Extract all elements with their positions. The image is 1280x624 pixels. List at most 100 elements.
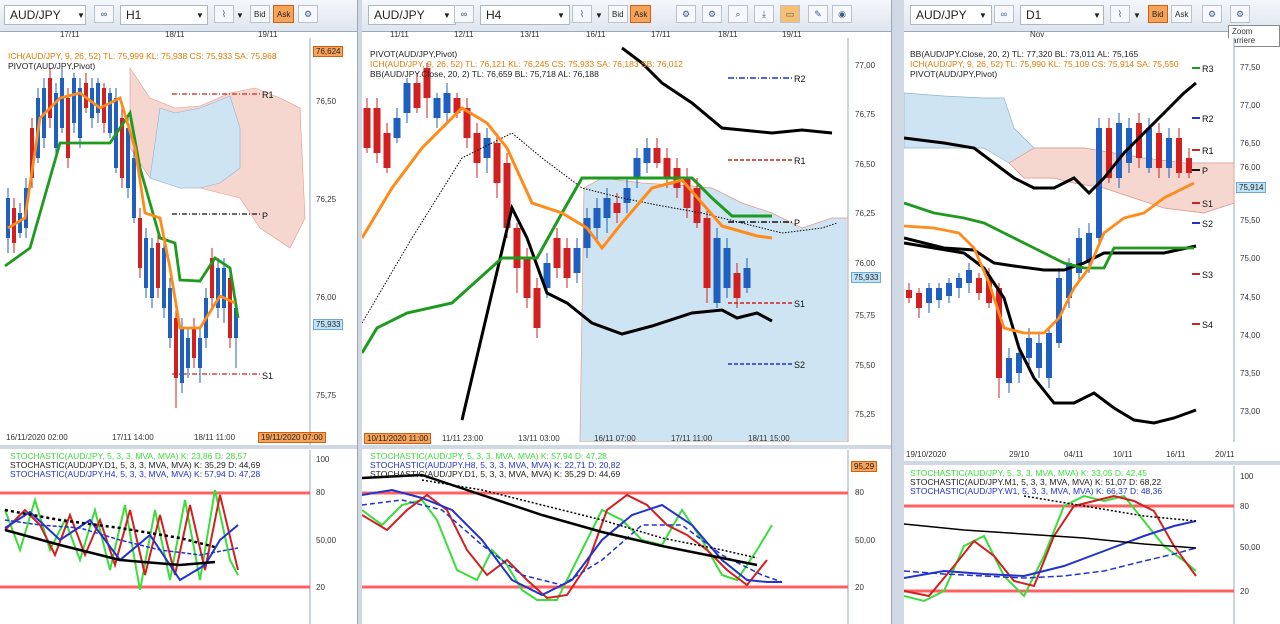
chevron-down-icon[interactable]: ▼ [233,5,247,25]
price-chart[interactable]: R2 R1 P S1 S2 [362,38,890,442]
candle-body [723,248,731,288]
candle-body [6,198,10,238]
stoch-axis-label: 20 [316,583,325,592]
stoch-axis-label: 80 [316,488,325,497]
ask-label: Ask [277,9,291,19]
candle-body [403,83,411,113]
candle-body [553,238,561,268]
date-label: 17/11 [651,30,671,39]
settings-icon[interactable]: ⚙ [298,5,318,23]
candle-body [1006,358,1012,383]
price-chart[interactable]: R3 R2 R1 P S1 S2 S3 S4 [904,38,1280,442]
candle-body [144,238,148,288]
price-label: 76,00 [316,293,337,302]
date-label: 19/10/2020 [906,450,947,459]
settings-icon[interactable]: ⚙ [1202,5,1222,23]
chart-type-icon[interactable]: ⌇ [1110,5,1130,23]
candle-body [443,93,451,113]
candle-body [132,158,136,218]
chevron-down-icon[interactable]: ▼ [193,5,207,25]
comment-icon[interactable]: ▭ [780,5,800,23]
current-price-tag: 75,933 [313,319,344,330]
chevron-down-icon[interactable]: ▼ [1090,5,1104,25]
candle-body [1016,353,1022,373]
chevron-down-icon[interactable]: ▼ [1130,5,1144,25]
chevron-down-icon[interactable]: ▼ [976,5,990,25]
candle-body [393,118,401,138]
ask-button[interactable]: Ask [1171,5,1193,23]
bid-button[interactable]: Bid [250,5,270,23]
settings-icon[interactable]: ⚙ [702,5,722,23]
date-label: 19/11 [258,30,278,39]
candle-body [1156,133,1162,168]
candle-body [1046,333,1052,378]
candle-body [946,283,952,296]
candle-body [433,98,441,118]
candle-body [66,98,70,158]
price-chart[interactable]: R1 P S1 [0,38,356,448]
pivot-label-r2: R2 [1202,114,1214,124]
indicator-legend: BB(AUD/JPY.Close, 20, 2) TL: 77,320 BL: … [910,49,1139,59]
chart-window-d1: AUD/JPY ▼ ∞ D1 ▼ ⌇ ▼ Bid Ask ⚙ ⚙ Zoom ar… [904,0,1280,624]
candle-body [180,328,184,383]
candle-body [1036,343,1042,368]
pane-splitter[interactable] [904,461,1280,465]
timeframe-label: H1 [126,8,142,22]
chart-type-icon[interactable]: ⌇ [572,5,592,23]
stoch-axis-label: 20 [855,583,864,592]
toolbar: AUD/JPY ▼ ∞ H4 ▼ ⌇ ▼ Bid Ask ⚙ ⚙ ⌕ ⤓ ▭ ✎… [362,0,891,32]
candle-body [733,273,741,298]
candle-body [138,218,142,268]
candle-body [906,290,912,298]
stoch-axis-label: 50,00 [855,536,876,545]
settings-icon[interactable]: ⚙ [676,5,696,23]
date-label: 18/11 [165,30,185,39]
pane-splitter[interactable] [0,445,357,449]
link-icon[interactable]: ∞ [994,5,1014,23]
bid-button[interactable]: Bid [1148,5,1168,23]
link-icon[interactable]: ∞ [94,5,114,23]
chevron-down-icon[interactable]: ▼ [74,5,88,25]
candle-body [156,243,160,288]
candle-body [168,288,172,338]
timeframe-label: H4 [486,8,502,22]
link-icon[interactable]: ∞ [454,5,474,23]
stoch-axis-label: 100 [1240,472,1254,481]
indicator-legend: PIVOT(AUD/JPY,Pivot) [370,49,458,59]
candle-body [1166,138,1172,168]
download-icon[interactable]: ⤓ [754,5,774,23]
chart-type-icon[interactable]: ⌇ [214,5,234,23]
settings-icon[interactable]: ⚙ [1230,5,1250,23]
chevron-down-icon[interactable]: ▼ [554,5,568,25]
ask-button[interactable]: Ask [630,5,652,23]
tools-icon[interactable]: ✎ [808,5,828,23]
stoch-axis-label: 50,00 [1240,543,1261,552]
magnifier-icon[interactable]: ⌕ [728,5,748,23]
price-label: 76,00 [1240,163,1261,172]
bid-button[interactable]: Bid [608,5,628,23]
symbol-label: AUD/JPY [374,8,425,22]
globe-icon[interactable]: ◉ [832,5,852,23]
date-label: 18/11 [718,30,738,39]
pane-splitter[interactable] [362,445,891,449]
toolbar: AUD/JPY ▼ ∞ H1 ▼ ⌇ ▼ Bid Ask ⚙ [0,0,357,32]
date-label: 20/11 [1215,450,1235,459]
candle-body [623,188,631,203]
date-label: 29/10 [1009,450,1030,459]
ask-button[interactable]: Ask [273,5,295,23]
cursor-date-tag: 10/11/2020 11:00 [364,433,432,444]
price-label: 76,50 [316,97,337,106]
candle-body [162,248,166,308]
candle-body [1116,123,1122,178]
date-label: 19/11 [782,30,802,39]
candle-body [493,143,501,183]
ask-label: Ask [1175,9,1189,19]
candle-body [663,158,671,178]
price-label: 76,50 [1240,139,1261,148]
chevron-down-icon[interactable]: ▼ [592,5,606,25]
date-label: 11/11 [390,30,409,39]
chevron-down-icon[interactable]: ▼ [440,5,454,25]
symbol-label: AUD/JPY [10,8,61,22]
candle-body [413,83,421,108]
candle-body [228,278,232,338]
